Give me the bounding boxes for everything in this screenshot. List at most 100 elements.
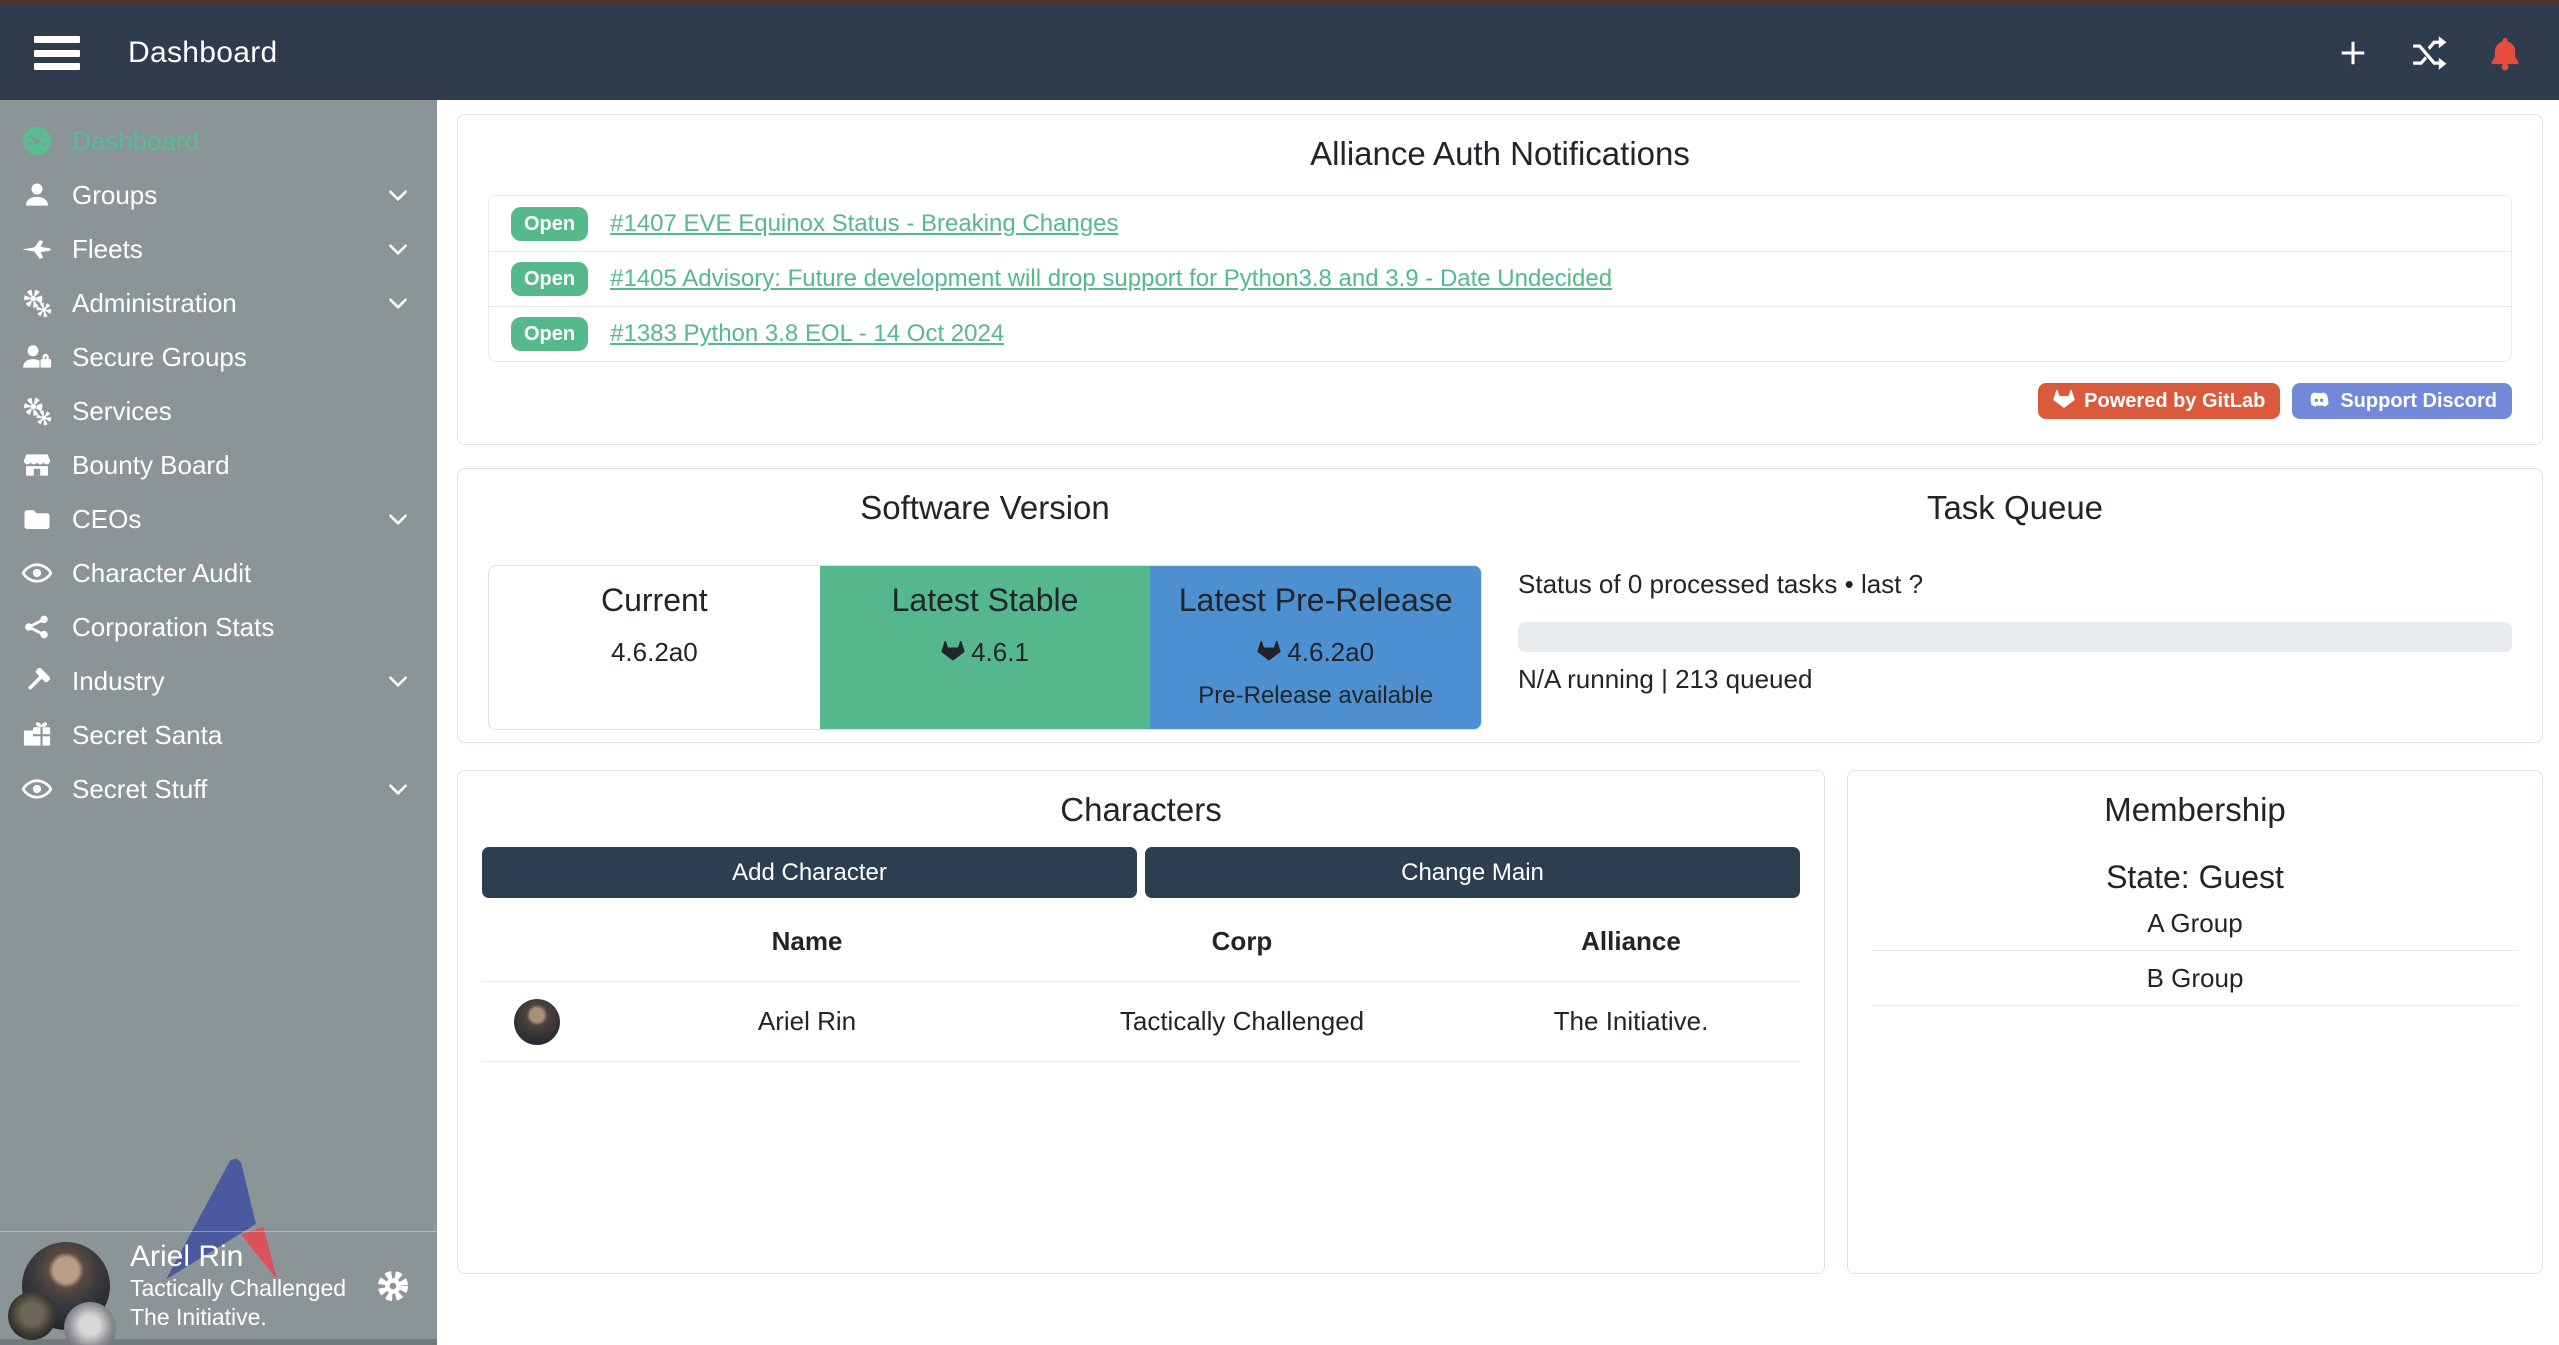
add-character-icon[interactable] — [2333, 33, 2373, 73]
sidebar-item-ceos[interactable]: CEOs — [0, 492, 437, 546]
task-queue-title: Task Queue — [1518, 489, 2512, 527]
sidebar-item-label: Fleets — [72, 234, 143, 265]
notification-row: Open #1405 Advisory: Future development … — [489, 251, 2511, 306]
notification-row: Open #1407 EVE Equinox Status - Breaking… — [489, 196, 2511, 251]
notification-link[interactable]: #1405 Advisory: Future development will … — [610, 265, 1612, 293]
change-main-button[interactable]: Change Main — [1145, 847, 1800, 898]
discord-icon — [2307, 389, 2331, 413]
gitlab-icon — [1257, 641, 1281, 665]
list-item-group-a: A Group — [1872, 896, 2518, 951]
version-latest-stable: Latest Stable 4.6.1 — [820, 566, 1151, 729]
sidebar-item-fleets[interactable]: Fleets — [0, 222, 437, 276]
user-panel[interactable]: Ariel Rin Tactically Challenged The Init… — [0, 1231, 437, 1339]
support-discord-badge[interactable]: Support Discord — [2292, 383, 2512, 419]
add-character-button[interactable]: Add Character — [482, 847, 1137, 898]
sidebar-item-secure-groups[interactable]: Secure Groups — [0, 330, 437, 384]
gitlab-icon — [2053, 390, 2075, 412]
table-row: Ariel Rin Tactically Challenged The Init… — [482, 982, 1800, 1062]
version-heading: Current — [489, 582, 820, 619]
membership-panel: Membership State: Guest A Group B Group — [1847, 770, 2543, 1274]
version-heading: Latest Stable — [820, 582, 1151, 619]
sidebar-item-administration[interactable]: Administration — [0, 276, 437, 330]
sidebar-item-label: Secure Groups — [72, 342, 247, 373]
sidebar-item-services[interactable]: Services — [0, 384, 437, 438]
sidebar-item-secret-santa[interactable]: Secret Santa — [0, 708, 437, 762]
shuffle-icon[interactable] — [2409, 33, 2449, 73]
sidebar-item-label: Secret Stuff — [72, 774, 207, 805]
sidebar-item-character-audit[interactable]: Character Audit — [0, 546, 437, 600]
version-box: Current 4.6.2a0 Latest Stable 4.6.1 Late… — [488, 565, 1482, 730]
sidebar-bottom-strip — [0, 1339, 437, 1345]
version-value: 4.6.1 — [971, 637, 1029, 668]
chevron-down-icon — [385, 236, 411, 262]
header-corp: Corp — [1022, 926, 1462, 982]
gifts-icon — [20, 718, 54, 752]
task-queue-counts: N/A running | 213 queued — [1518, 664, 2512, 695]
sidebar-item-label: Administration — [72, 288, 237, 319]
notifications-list: Open #1407 EVE Equinox Status - Breaking… — [488, 195, 2512, 362]
characters-table: Name Corp Alliance Ariel Rin Tactically … — [482, 926, 1800, 1062]
task-queue-progress-bar — [1518, 622, 2512, 652]
notification-link[interactable]: #1383 Python 3.8 EOL - 14 Oct 2024 — [610, 320, 1004, 348]
corp-logo-badge — [8, 1292, 56, 1340]
navbar: Dashboard — [0, 6, 2559, 100]
gitlab-icon — [941, 641, 965, 665]
main-content: Alliance Auth Notifications Open #1407 E… — [437, 100, 2559, 1345]
cell-alliance: The Initiative. — [1462, 982, 1800, 1062]
header-name: Name — [592, 926, 1022, 982]
users-icon — [20, 178, 54, 212]
chevron-down-icon — [385, 776, 411, 802]
list-item-group-b: B Group — [1872, 951, 2518, 1006]
sidebar-item-industry[interactable]: Industry — [0, 654, 437, 708]
eye-icon — [20, 772, 54, 806]
chevron-down-icon — [385, 290, 411, 316]
gauge-icon — [20, 124, 54, 158]
page-title: Dashboard — [128, 36, 277, 70]
sidebar: Dashboard Groups Fleets — [0, 100, 437, 1345]
version-queue-panel: Software Version Current 4.6.2a0 Latest … — [457, 468, 2543, 743]
sidebar-item-bounty-board[interactable]: Bounty Board — [0, 438, 437, 492]
sidebar-item-label: Groups — [72, 180, 157, 211]
characters-panel: Characters Add Character Change Main Nam… — [457, 770, 1825, 1274]
software-version-title: Software Version — [488, 489, 1482, 527]
version-current: Current 4.6.2a0 — [489, 566, 820, 729]
user-lock-icon — [20, 340, 54, 374]
notifications-bell-icon[interactable] — [2485, 33, 2525, 73]
badge-label: Support Discord — [2340, 390, 2497, 413]
sidebar-item-secret-stuff[interactable]: Secret Stuff — [0, 762, 437, 816]
chevron-down-icon — [385, 182, 411, 208]
sidebar-item-label: Services — [72, 396, 172, 427]
status-badge: Open — [511, 317, 588, 351]
store-icon — [20, 448, 54, 482]
cell-corp: Tactically Challenged — [1022, 982, 1462, 1062]
settings-gear-icon[interactable] — [375, 1268, 411, 1304]
task-queue-section: Task Queue Status of 0 processed tasks •… — [1500, 489, 2512, 722]
status-badge: Open — [511, 207, 588, 241]
task-queue-status: Status of 0 processed tasks • last ? — [1518, 569, 2512, 600]
badge-label: Powered by GitLab — [2084, 390, 2265, 413]
sidebar-item-label: CEOs — [72, 504, 141, 535]
sidebar-item-corporation-stats[interactable]: Corporation Stats — [0, 600, 437, 654]
membership-state: State: Guest — [1872, 859, 2518, 896]
character-portrait — [514, 999, 560, 1045]
powered-by-gitlab-badge[interactable]: Powered by GitLab — [2038, 383, 2280, 419]
notification-link[interactable]: #1407 EVE Equinox Status - Breaking Chan… — [610, 210, 1118, 238]
sidebar-item-groups[interactable]: Groups — [0, 168, 437, 222]
version-latest-prerelease: Latest Pre-Release 4.6.2a0 Pre-Release a… — [1150, 566, 1481, 729]
chevron-down-icon — [385, 668, 411, 694]
gears-icon — [20, 394, 54, 428]
notifications-title: Alliance Auth Notifications — [488, 135, 2512, 173]
menu-toggle-button[interactable] — [34, 36, 80, 70]
alliance-logo-badge — [64, 1302, 116, 1345]
sidebar-item-dashboard[interactable]: Dashboard — [0, 114, 437, 168]
version-value: 4.6.2a0 — [1287, 637, 1374, 668]
share-icon — [20, 610, 54, 644]
header-portrait — [482, 926, 592, 982]
sidebar-item-label: Industry — [72, 666, 165, 697]
folder-icon — [20, 502, 54, 536]
characters-title: Characters — [482, 791, 1800, 829]
chevron-down-icon — [385, 506, 411, 532]
sidebar-item-label: Dashboard — [72, 126, 199, 157]
version-heading: Latest Pre-Release — [1150, 582, 1481, 619]
cell-name: Ariel Rin — [592, 982, 1022, 1062]
